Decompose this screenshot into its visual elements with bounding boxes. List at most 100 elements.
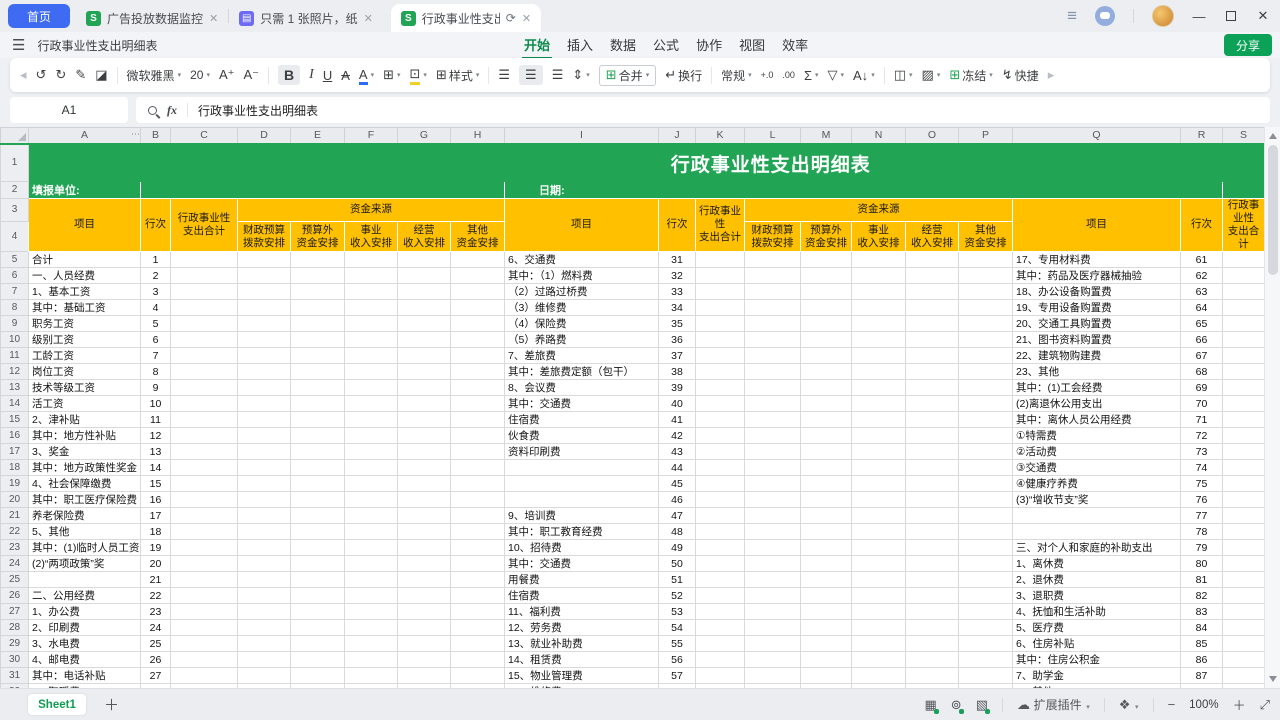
cell[interactable] xyxy=(171,268,238,284)
cell[interactable] xyxy=(398,524,451,540)
cell[interactable] xyxy=(696,652,745,668)
extensions-button[interactable]: ☁ 扩展插件 ▾ xyxy=(1017,696,1090,713)
cell[interactable]: 63 xyxy=(1181,284,1223,300)
cell[interactable]: 64 xyxy=(1181,300,1223,316)
cell[interactable] xyxy=(852,540,906,556)
cell[interactable]: 43 xyxy=(659,444,696,460)
cell[interactable]: 住宿费 xyxy=(505,588,659,604)
cell[interactable] xyxy=(171,428,238,444)
cell[interactable] xyxy=(1223,492,1265,508)
cell[interactable] xyxy=(238,636,291,652)
cell[interactable] xyxy=(345,572,398,588)
cell[interactable] xyxy=(238,620,291,636)
filter-icon[interactable]: ▽▾ xyxy=(828,67,845,83)
cell[interactable] xyxy=(238,556,291,572)
header-source-sub[interactable]: 事业 收入安排 xyxy=(345,222,398,252)
cell[interactable]: 23、其他 xyxy=(1013,364,1181,380)
cell[interactable] xyxy=(451,380,505,396)
header-source-sub[interactable]: 其他 资金安排 xyxy=(451,222,505,252)
align-center-icon[interactable]: ☰ xyxy=(519,65,543,85)
cell[interactable]: 11、福利费 xyxy=(505,604,659,620)
cell-style-button[interactable]: ⊞样式▾ xyxy=(436,67,479,84)
cell[interactable] xyxy=(745,284,801,300)
cell[interactable] xyxy=(238,668,291,684)
cell[interactable]: 12、劳务费 xyxy=(505,620,659,636)
cell[interactable] xyxy=(801,444,852,460)
cell[interactable] xyxy=(171,572,238,588)
cell[interactable] xyxy=(696,268,745,284)
cell[interactable] xyxy=(238,348,291,364)
sort-icon[interactable]: A↓▾ xyxy=(853,68,875,83)
zoom-in-icon[interactable]: ＋ xyxy=(1233,695,1246,714)
cell[interactable]: 1、离休费 xyxy=(1013,556,1181,572)
header-source-sub[interactable]: 预算外 资金安排 xyxy=(801,222,852,252)
cell[interactable]: 7、差旅费 xyxy=(505,348,659,364)
header-source[interactable]: 资金来源 xyxy=(238,198,505,222)
cell[interactable]: 10 xyxy=(141,396,171,412)
cell[interactable] xyxy=(852,460,906,476)
cell[interactable] xyxy=(959,636,1013,652)
cell[interactable] xyxy=(398,604,451,620)
formula-value[interactable]: 行政事业性支出明细表 xyxy=(198,102,318,119)
row-header[interactable]: 18 xyxy=(1,460,29,476)
cell[interactable] xyxy=(451,284,505,300)
cell[interactable] xyxy=(505,476,659,492)
cell[interactable]: 伙食费 xyxy=(505,428,659,444)
underline-icon[interactable]: U xyxy=(323,68,332,83)
cell[interactable] xyxy=(696,284,745,300)
cell[interactable]: 62 xyxy=(1181,268,1223,284)
cell[interactable] xyxy=(959,300,1013,316)
cell[interactable] xyxy=(696,444,745,460)
cell[interactable]: ④健康疗养费 xyxy=(1013,476,1181,492)
cell[interactable]: 74 xyxy=(1181,460,1223,476)
cell[interactable] xyxy=(852,316,906,332)
cell[interactable] xyxy=(238,588,291,604)
column-header-S[interactable]: S xyxy=(1223,128,1265,144)
cell[interactable] xyxy=(852,588,906,604)
cell[interactable] xyxy=(451,652,505,668)
cell[interactable] xyxy=(238,540,291,556)
cell[interactable]: 6 xyxy=(141,332,171,348)
row-header[interactable]: 22 xyxy=(1,524,29,540)
minimize-button[interactable]: — xyxy=(1192,9,1206,24)
cell[interactable] xyxy=(505,492,659,508)
header-project[interactable]: 项目 xyxy=(29,198,141,252)
decrease-decimal-icon[interactable]: .00 xyxy=(782,70,795,80)
cell[interactable] xyxy=(852,396,906,412)
date-label-cell[interactable]: 日期: xyxy=(505,182,1013,199)
cell[interactable] xyxy=(745,588,801,604)
cell[interactable] xyxy=(959,428,1013,444)
cell[interactable]: 4 xyxy=(141,300,171,316)
cell[interactable] xyxy=(801,460,852,476)
cell[interactable] xyxy=(801,268,852,284)
row-header[interactable]: 2 xyxy=(1,182,29,199)
cell[interactable] xyxy=(801,332,852,348)
cell[interactable]: 33 xyxy=(659,284,696,300)
cell[interactable] xyxy=(906,396,959,412)
cell[interactable] xyxy=(451,572,505,588)
cell[interactable]: 51 xyxy=(659,572,696,588)
cell[interactable]: 3、水电费 xyxy=(29,636,141,652)
cell[interactable] xyxy=(959,508,1013,524)
cell[interactable]: 3 xyxy=(141,284,171,300)
cell[interactable] xyxy=(959,460,1013,476)
cell[interactable]: 1、基本工资 xyxy=(29,284,141,300)
cell[interactable] xyxy=(398,412,451,428)
cell[interactable]: 78 xyxy=(1181,524,1223,540)
cell[interactable]: 56 xyxy=(659,652,696,668)
cell[interactable] xyxy=(141,182,505,199)
cell[interactable] xyxy=(696,636,745,652)
cell[interactable]: 职务工资 xyxy=(29,316,141,332)
cell[interactable] xyxy=(959,588,1013,604)
cell[interactable] xyxy=(1223,604,1265,620)
cell[interactable] xyxy=(801,620,852,636)
align-right-icon[interactable]: ☰ xyxy=(552,67,564,83)
cell[interactable] xyxy=(906,572,959,588)
cell[interactable]: 2、津补贴 xyxy=(29,412,141,428)
cell[interactable] xyxy=(291,588,345,604)
cell[interactable] xyxy=(801,636,852,652)
cell[interactable] xyxy=(345,636,398,652)
cell[interactable] xyxy=(959,492,1013,508)
cell[interactable] xyxy=(696,572,745,588)
cell[interactable] xyxy=(238,604,291,620)
